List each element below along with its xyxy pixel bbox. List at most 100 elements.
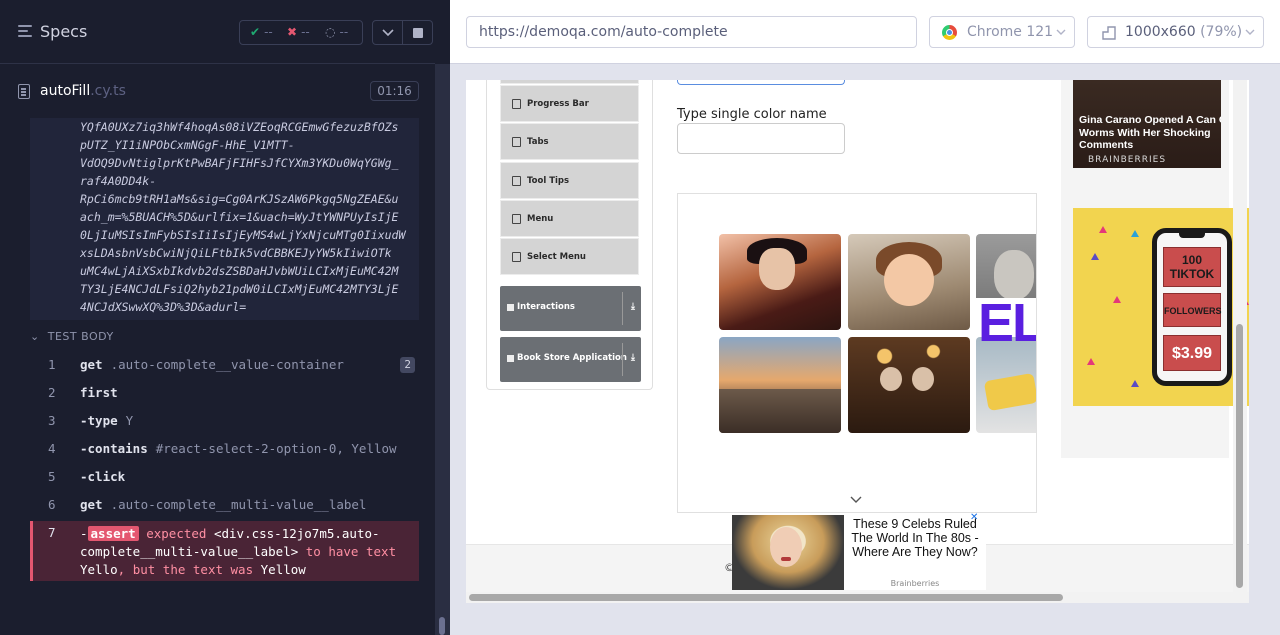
url-log-line: 0LjIuMSIsImFybSIsIiIsIjEyMS4wLjYxNjcuMTg… bbox=[80, 228, 406, 242]
command-row[interactable]: 6 get .auto-complete__multi-value__label bbox=[30, 491, 419, 519]
url-log-line: xsLDAsbnVsbCwiNjQiLFtbIk5vdCBBKEJyYW5kIi… bbox=[80, 246, 392, 260]
html-icon bbox=[512, 214, 521, 224]
html-icon bbox=[512, 137, 521, 147]
group-book-store[interactable]: Book Store Application ⤓ bbox=[500, 337, 641, 382]
application-under-test: Progress Bar Tabs Tool Tips Menu Select Menu… bbox=[466, 80, 1249, 603]
command-name-text: get bbox=[80, 497, 103, 512]
command-log-scrollbar[interactable] bbox=[435, 64, 450, 635]
download-icon: ⤓ bbox=[631, 302, 635, 312]
chevron-down-icon: ⌄ bbox=[30, 330, 40, 343]
html-icon bbox=[512, 99, 521, 109]
scroll-thumb[interactable] bbox=[1236, 324, 1243, 588]
download-icon: ⤓ bbox=[631, 353, 635, 363]
assert-but-text: , but the text was bbox=[117, 562, 254, 577]
stop-icon bbox=[413, 28, 423, 38]
tiktok-count-number: 100 bbox=[1181, 253, 1203, 267]
url-log: YQfA0UXz7iq3hWf4hoqAs08iVZEoqRCGEmwGfezu… bbox=[30, 118, 419, 320]
stop-button[interactable] bbox=[403, 20, 433, 45]
single-color-input[interactable] bbox=[677, 123, 845, 154]
browser-selector[interactable]: Chrome 121 bbox=[929, 16, 1075, 48]
url-log-line: pUTZ_YI1iNPObCxmNGgF-HhE_V1MTT- bbox=[80, 138, 295, 152]
command-name-text: -click bbox=[80, 469, 126, 484]
check-icon: ✔ bbox=[250, 25, 261, 39]
test-body-header[interactable]: ⌄ TEST BODY bbox=[30, 330, 114, 343]
tiktok-ad[interactable]: 100 TIKTOK FOLLOWERS $3.99 bbox=[1073, 208, 1249, 406]
command-name: get .auto-complete__multi-value__label bbox=[80, 497, 366, 512]
command-row[interactable]: 1 get .auto-complete__value-container 2 bbox=[30, 351, 419, 379]
tiktok-price: $3.99 bbox=[1163, 335, 1221, 371]
failed-stat: ✖ -- bbox=[287, 25, 310, 39]
url-log-line: uMC4wLjAiXSxbIkdvb2dsZSBDaHJvbWUiLCIxMjE… bbox=[80, 264, 399, 278]
specs-header: Specs ✔ -- ✖ -- ◌ -- bbox=[0, 0, 435, 64]
viewport-selector[interactable]: 1000x660 (79%) bbox=[1087, 16, 1264, 48]
spec-duration: 01:16 bbox=[370, 81, 419, 101]
passed-count: -- bbox=[264, 25, 273, 39]
menu-item[interactable]: Progress Bar bbox=[500, 85, 639, 122]
bottom-ad-source: Brainberries bbox=[890, 579, 940, 588]
close-icon[interactable]: ✕ bbox=[970, 512, 978, 523]
chevron-down-icon bbox=[1245, 29, 1255, 35]
group-icon bbox=[507, 355, 514, 362]
sidebar-menu: Progress Bar Tabs Tool Tips Menu Select Menu… bbox=[486, 80, 653, 390]
command-number: 2 bbox=[48, 385, 56, 400]
aut-horizontal-scrollbar[interactable] bbox=[466, 592, 1249, 603]
url-log-line: ach_m=%5BUACH%5D&urlfix=1&uach=WyJtYWNPU… bbox=[80, 210, 399, 224]
test-body-label: TEST BODY bbox=[47, 330, 114, 343]
multi-color-input[interactable] bbox=[677, 80, 845, 85]
command-number: 5 bbox=[48, 469, 56, 484]
spinner-icon: ◌ bbox=[325, 25, 336, 39]
specs-title[interactable]: Specs bbox=[40, 22, 87, 41]
bottom-ad-image bbox=[732, 515, 844, 590]
file-icon bbox=[18, 84, 30, 99]
gina-ad-title: Gina Carano Opened A Can Of Worms With H… bbox=[1079, 114, 1221, 151]
browser-preview: https://demoqa.com/auto-complete Chrome … bbox=[450, 0, 1280, 635]
command-name: -contains #react-select-2-option-0, Yello… bbox=[80, 441, 397, 456]
command-assert[interactable]: 7 - assert expected <div.css-12jo7m5.auto… bbox=[30, 521, 419, 581]
gina-ad[interactable]: Gina Carano Opened A Can Of Worms With H… bbox=[1073, 80, 1221, 168]
command-message: .auto-complete__value-container bbox=[110, 357, 344, 372]
command-row[interactable]: 4 -contains #react-select-2-option-0, Yell… bbox=[30, 435, 419, 463]
collapse-toggle-button[interactable] bbox=[372, 20, 403, 45]
command-message: .auto-complete__multi-value__label bbox=[110, 497, 367, 512]
command-row[interactable]: 5 -click bbox=[30, 463, 419, 491]
scroll-thumb[interactable] bbox=[469, 594, 1063, 601]
command-number: 3 bbox=[48, 413, 56, 428]
spec-file-row[interactable]: autoFill.cy.ts 01:16 bbox=[0, 75, 435, 109]
ad-image-city[interactable] bbox=[719, 337, 841, 433]
menu-item[interactable]: Menu bbox=[500, 200, 639, 237]
assert-prefix: - bbox=[80, 526, 88, 541]
url-field[interactable]: https://demoqa.com/auto-complete bbox=[466, 16, 917, 48]
command-message: Y bbox=[125, 413, 134, 428]
url-log-line: RpCi6mcb9tRH1aMs&sig=Cg0ArKJSzAW6Pkgq5Ng… bbox=[80, 192, 399, 206]
menu-item[interactable]: Tabs bbox=[500, 123, 639, 160]
tiktok-count-label: TIKTOK bbox=[1169, 267, 1215, 281]
tiktok-count: 100 TIKTOK bbox=[1163, 247, 1221, 287]
ad-image-girl[interactable] bbox=[848, 234, 970, 330]
command-row[interactable]: 2 first bbox=[30, 379, 419, 407]
ad-image-dolls[interactable] bbox=[848, 337, 970, 433]
command-name-text: first bbox=[80, 385, 118, 400]
viewport-zoom: (79%) bbox=[1200, 24, 1243, 40]
menu-item[interactable]: Tool Tips bbox=[500, 162, 639, 199]
specs-list-icon[interactable] bbox=[18, 25, 32, 39]
html-icon bbox=[512, 176, 521, 186]
assert-actual-value: Yellow bbox=[260, 562, 306, 577]
command-name: -click bbox=[80, 469, 133, 484]
command-number: 6 bbox=[48, 497, 56, 512]
command-row[interactable]: 3 -type Y bbox=[30, 407, 419, 435]
menu-item[interactable]: Select Menu bbox=[500, 238, 639, 275]
chrome-icon bbox=[942, 25, 957, 40]
chevron-down-icon[interactable] bbox=[850, 496, 862, 504]
command-number: 4 bbox=[48, 441, 56, 456]
menu-item-partial[interactable] bbox=[500, 80, 639, 84]
bottom-ad[interactable]: These 9 Celebs Ruled The World In The 80… bbox=[732, 512, 986, 590]
image-ad[interactable]: ELA bbox=[677, 193, 1037, 513]
group-interactions[interactable]: Interactions ⤓ bbox=[500, 286, 641, 331]
url-log-line: 4NCJdXSwwXQ%3D%3D&adurl= bbox=[80, 300, 247, 314]
cross-icon: ✖ bbox=[287, 25, 298, 39]
ad-image-geisha[interactable] bbox=[719, 234, 841, 330]
scroll-thumb[interactable] bbox=[439, 617, 445, 635]
command-name-text: -contains bbox=[80, 441, 148, 456]
spec-name: autoFill.cy.ts bbox=[40, 83, 126, 99]
aut-vertical-scrollbar[interactable] bbox=[1233, 80, 1247, 603]
